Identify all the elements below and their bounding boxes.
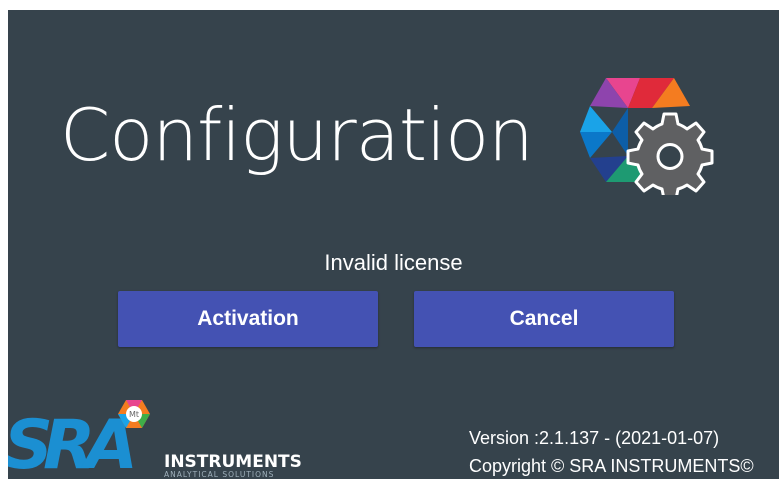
configuration-dialog: Configuration Invalid license Activation… bbox=[8, 10, 779, 479]
cancel-button[interactable]: Cancel bbox=[414, 291, 674, 347]
copyright-text: Copyright © SRA INSTRUMENTS© bbox=[469, 456, 754, 476]
activation-button[interactable]: Activation bbox=[118, 291, 378, 347]
sra-instruments-logo: SRA Mt INSTRUMENTS ANALYTICAL SOLUTIONS bbox=[8, 400, 302, 479]
page-title: Configuration bbox=[60, 93, 534, 177]
sra-initials: SRA bbox=[8, 406, 132, 479]
configuration-gear-logo-icon bbox=[580, 78, 714, 195]
company-tagline: ANALYTICAL SOLUTIONS bbox=[164, 470, 274, 479]
version-text: Version :2.1.137 - (2021-01-07) bbox=[469, 428, 720, 448]
sra-badge-text: Mt bbox=[129, 410, 139, 419]
footer: Version :2.1.137 - (2021-01-07) Copyrigh… bbox=[469, 424, 754, 479]
company-name: INSTRUMENTS bbox=[164, 452, 302, 472]
license-status-text: Invalid license bbox=[324, 250, 463, 275]
